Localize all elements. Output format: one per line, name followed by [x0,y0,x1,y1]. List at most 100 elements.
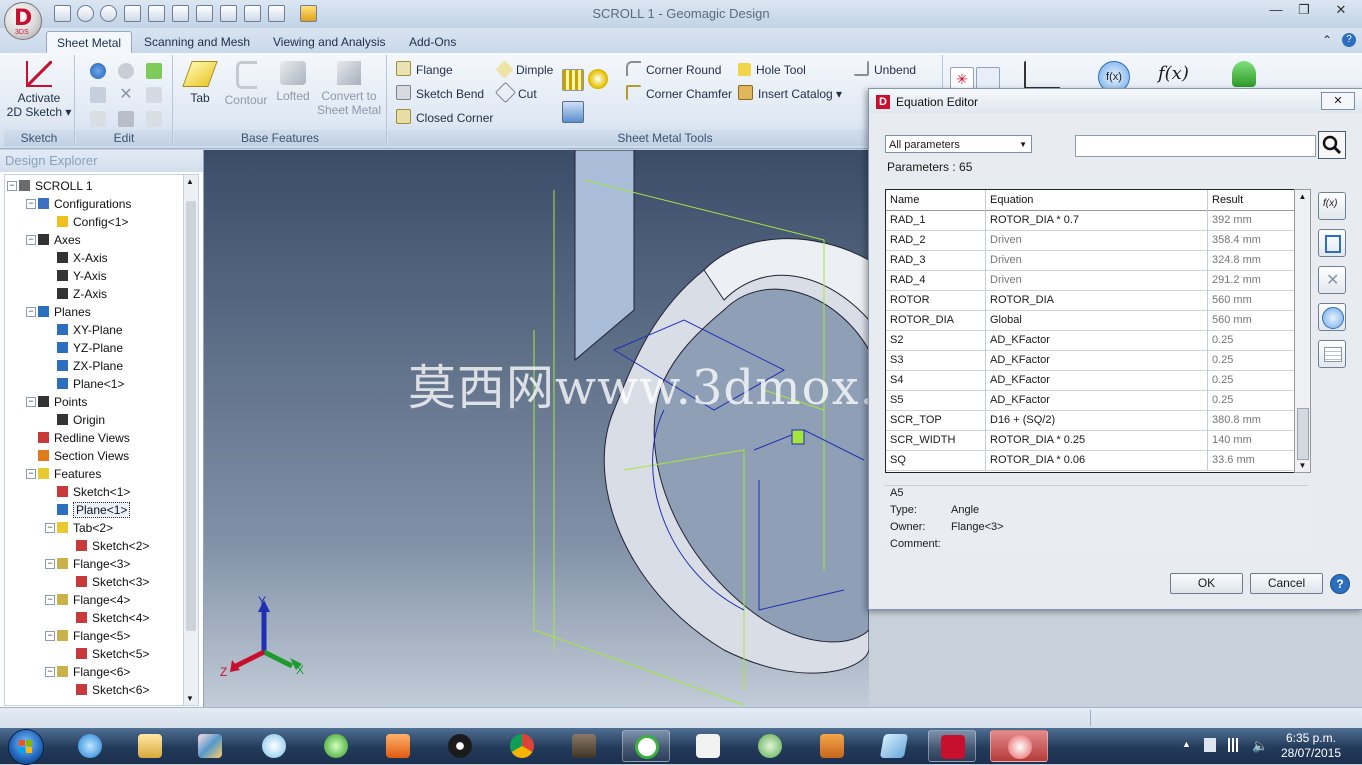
table-row[interactable]: ROTOR ROTOR_DIA 560 mm [886,290,1294,311]
table-row[interactable]: S5 AD_KFactor 0.25 [886,390,1294,411]
parameters-table[interactable]: Name Equation Result RAD_1 ROTOR_DIA * 0.… [885,189,1295,473]
row-equation-cell[interactable]: Driven [986,250,1208,270]
minimize-button[interactable]: — [1262,1,1290,19]
row-equation-cell[interactable]: ROTOR_DIA * 0.7 [986,210,1208,230]
row-equation-cell[interactable]: ROTOR_DIA [986,290,1208,310]
tree-node[interactable]: − Points [26,393,87,411]
tree-collapse-icon[interactable]: − [26,307,36,317]
sketch-bend-button[interactable]: Sketch Bend [396,85,484,103]
select-icon[interactable] [90,63,106,79]
taskbar-video[interactable] [622,730,670,762]
tree-collapse-icon[interactable]: − [45,595,55,605]
appearance-icon[interactable] [1232,61,1256,87]
corner-chamfer-button[interactable]: Corner Chamfer [626,85,732,103]
tab-add-ons[interactable]: Add-Ons [399,31,466,53]
row-equation-cell[interactable]: Global [986,310,1208,330]
tree-scrollbar[interactable]: ▲ ▼ [183,174,199,706]
cut-button[interactable]: Cut [494,81,537,104]
tree-node[interactable]: Config<1> [57,213,128,231]
tree-node[interactable]: Sketch<6> [76,681,149,699]
taskbar-camera[interactable] [436,730,484,762]
search-button[interactable] [1318,131,1346,159]
tree-scroll-thumb[interactable] [186,201,196,631]
tree-node[interactable]: − Configurations [26,195,131,213]
tree-node[interactable]: Sketch<1> [57,483,130,501]
tree-node[interactable]: X-Axis [57,249,108,267]
tree-node[interactable]: Plane<1> [57,501,131,519]
table-scroll-thumb[interactable] [1297,408,1309,460]
hole-tool-button[interactable]: Hole Tool [738,61,806,79]
tree-node[interactable]: − Tab<2> [45,519,113,537]
taskbar-gimp[interactable] [560,730,608,762]
delete-icon[interactable]: ✕ [118,87,134,103]
tree-node[interactable]: Plane<1> [57,375,124,393]
edit-icon[interactable] [146,87,162,103]
close-button[interactable]: ✕ [1322,1,1360,19]
row-equation-cell[interactable]: AD_KFactor [986,370,1208,390]
tree-node[interactable]: Section Views [38,447,129,465]
table-row[interactable]: ROTOR_DIA Global 560 mm [886,310,1294,331]
pattern-icon[interactable] [562,69,584,91]
tree-node[interactable]: Sketch<5> [76,645,149,663]
tree-node[interactable]: − Flange<5> [45,627,130,645]
global-equation-button[interactable] [1318,303,1346,331]
scroll-up-icon[interactable]: ▲ [1295,192,1310,201]
taskbar-file-explorer[interactable] [126,730,174,762]
taskbar-notes[interactable] [870,730,918,762]
paste-icon[interactable] [90,111,106,127]
search-input[interactable] [1075,135,1316,157]
tree-node[interactable]: Z-Axis [57,285,107,303]
add-equation-button[interactable]: f(x) [1318,192,1346,220]
tree-collapse-icon[interactable]: − [45,523,55,533]
row-equation-cell[interactable]: AD_KFactor [986,390,1208,410]
tab-sheet-metal[interactable]: Sheet Metal [46,31,133,54]
tree-node[interactable]: Sketch<4> [76,609,149,627]
tree-node[interactable]: XY-Plane [57,321,123,339]
activate-2d-sketch-button[interactable]: Activate 2D Sketch ▾ [4,61,74,119]
insert-catalog-button[interactable]: Insert Catalog ▾ [738,85,842,103]
table-row[interactable]: S4 AD_KFactor 0.25 [886,370,1294,391]
row-equation-cell[interactable]: Driven [986,270,1208,290]
tree-collapse-icon[interactable]: − [26,397,36,407]
cancel-button[interactable]: Cancel [1250,573,1323,594]
tab-scanning-and-mesh[interactable]: Scanning and Mesh [134,31,260,53]
taskbar-notepad[interactable] [684,730,732,762]
tree-collapse-icon[interactable]: − [7,181,17,191]
tree-collapse-icon[interactable]: − [45,631,55,641]
table-row[interactable]: SQ ROTOR_DIA * 0.06 33.6 mm [886,450,1294,471]
taskbar-paint[interactable] [186,730,234,762]
equation-fx-icon[interactable]: f(x) [1158,63,1192,89]
tab-button[interactable]: Tab [178,61,222,105]
column-header-name[interactable]: Name [886,190,986,210]
tree-node[interactable]: − Features [26,465,101,483]
column-header-equation[interactable]: Equation [986,190,1208,210]
tree-collapse-icon[interactable]: − [26,235,36,245]
clipboard-icon[interactable] [146,111,162,127]
lofted-button[interactable]: Lofted [270,61,316,103]
tab-viewing-and-analysis[interactable]: Viewing and Analysis [263,31,396,53]
tree-collapse-icon[interactable]: − [26,469,36,479]
scroll-down-icon[interactable]: ▼ [186,694,194,703]
taskbar-media-center[interactable] [312,730,360,762]
tree-node[interactable]: Sketch<3> [76,573,149,591]
start-button[interactable] [8,729,44,765]
tree-node[interactable]: − Flange<6> [45,663,130,681]
tree-node[interactable]: Redline Views [38,429,130,447]
row-equation-cell[interactable]: ROTOR_DIA * 0.25 [986,430,1208,450]
tree-node[interactable]: − Flange<3> [45,555,130,573]
column-header-result[interactable]: Result [1208,190,1294,210]
dialog-close-button[interactable]: ✕ [1321,92,1355,110]
row-equation-cell[interactable]: ROTOR_DIA * 0.06 [986,450,1208,470]
convert-to-sheet-metal-button[interactable]: Convert to Sheet Metal [316,61,382,117]
copy-icon[interactable] [90,87,106,103]
table-row[interactable]: RAD_2 Driven 358.4 mm [886,230,1294,251]
scroll-up-icon[interactable]: ▲ [186,177,194,186]
closed-corner-button[interactable]: Closed Corner [396,109,493,127]
help-icon[interactable]: ? [1342,33,1356,47]
tree-node[interactable]: − SCROLL 1 [7,177,93,195]
flange-button[interactable]: Flange [396,61,453,79]
rotate-icon[interactable] [118,63,134,79]
taskbar-clock[interactable]: 6:35 p.m. 28/07/2015 [1276,731,1346,761]
row-equation-cell[interactable]: D16 + (SQ/2) [986,410,1208,430]
table-row[interactable]: S3 AD_KFactor 0.25 [886,350,1294,371]
